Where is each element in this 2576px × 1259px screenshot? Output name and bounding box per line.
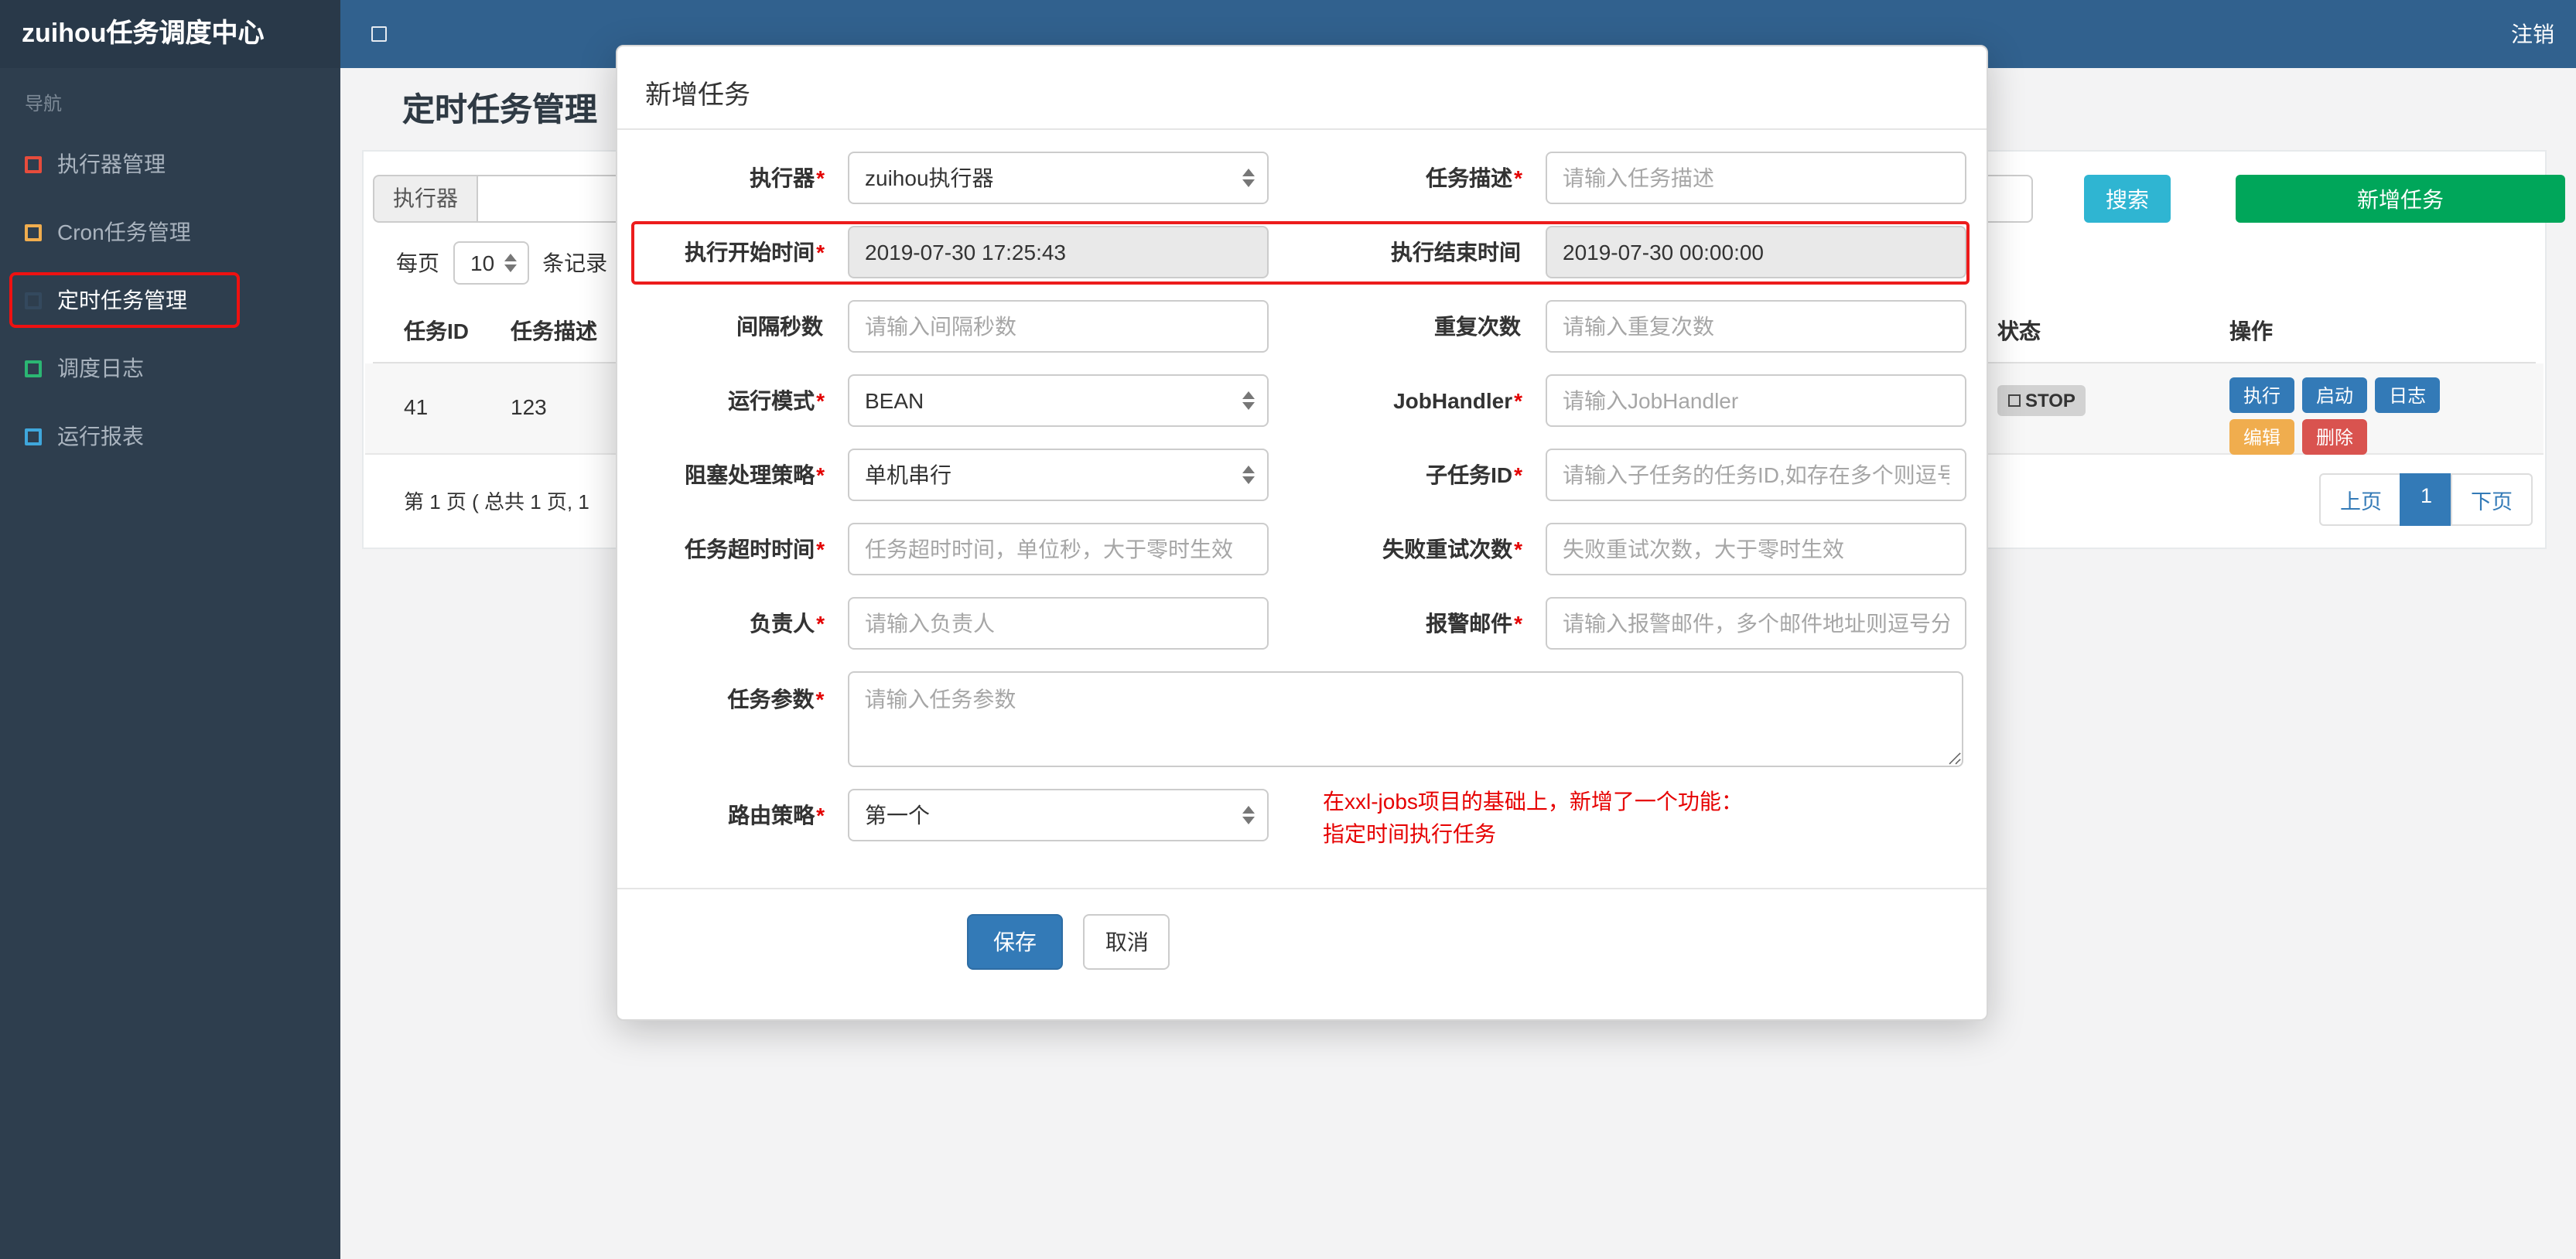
- perpage-suffix-label: 条记录: [542, 251, 608, 275]
- block-strategy-label: 阻塞处理策略 *: [685, 462, 825, 487]
- perpage-prefix-label: 每页: [396, 251, 439, 275]
- feature-note-line2: 指定时间执行任务: [1323, 821, 1496, 846]
- sidebar-item-label: 执行器管理: [57, 152, 166, 176]
- jobhandler-input[interactable]: [1546, 374, 1966, 427]
- column-header-task-desc: 任务描述: [511, 319, 597, 343]
- sidebar-item-executor-mgmt[interactable]: 执行器管理: [0, 130, 340, 198]
- perpage-select[interactable]: 10: [453, 241, 529, 285]
- stop-square-icon: [2008, 394, 2021, 407]
- sidebar-item-cron-mgmt[interactable]: Cron任务管理: [0, 198, 340, 266]
- logout-link[interactable]: 注销: [2511, 0, 2554, 68]
- task-param-label: 任务参数 *: [727, 687, 825, 711]
- add-task-modal: 新增任务 执行器* zuihou执行器 任务描述* 执行开始: [616, 45, 1988, 1021]
- column-header-operations: 操作: [2229, 319, 2273, 343]
- next-page-button[interactable]: 下页: [2451, 473, 2533, 526]
- child-job-label: 子任务ID *: [1426, 462, 1522, 487]
- perpage-value: 10: [470, 251, 495, 275]
- sidebar-item-label: 定时任务管理: [57, 288, 187, 312]
- task-desc-label: 任务描述 *: [1426, 165, 1522, 190]
- interval-input[interactable]: [848, 300, 1269, 353]
- interval-label: 间隔秒数: [736, 314, 823, 339]
- jobhandler-label: JobHandler *: [1393, 388, 1522, 413]
- start-time-label: 执行开始时间 *: [685, 240, 825, 264]
- executor-label: 执行器 *: [750, 165, 825, 190]
- repeat-label: 重复次数: [1434, 314, 1521, 339]
- pagination: 上页 1 下页: [2319, 473, 2533, 526]
- column-header-task-id: 任务ID: [404, 319, 469, 343]
- save-button[interactable]: 保存: [967, 914, 1063, 970]
- cancel-button[interactable]: 取消: [1083, 914, 1170, 970]
- delete-button[interactable]: 删除: [2302, 419, 2368, 455]
- cell-task-desc: 123: [511, 394, 547, 419]
- timeout-label: 任务超时时间 *: [685, 537, 825, 561]
- dark-square-icon: [25, 292, 42, 309]
- start-button[interactable]: 启动: [2302, 377, 2368, 413]
- owner-input[interactable]: [848, 597, 1269, 650]
- search-button[interactable]: 搜索: [2084, 175, 2171, 223]
- feature-note: 在xxl-jobs项目的基础上，新增了一个功能： 指定时间执行任务: [1323, 786, 1743, 851]
- orange-square-icon: [25, 223, 42, 241]
- alarm-email-label: 报警邮件 *: [1426, 611, 1522, 636]
- column-header-status: 状态: [1997, 319, 2041, 343]
- red-square-icon: [25, 155, 42, 172]
- select-spinner-icon: [1242, 806, 1255, 824]
- edit-button[interactable]: 编辑: [2229, 419, 2295, 455]
- select-spinner-icon: [1242, 169, 1255, 187]
- log-button[interactable]: 日志: [2375, 377, 2441, 413]
- alarm-email-input[interactable]: [1546, 597, 1966, 650]
- modal-title: 新增任务: [617, 46, 1987, 130]
- task-param-textarea[interactable]: [847, 671, 1963, 767]
- retry-input[interactable]: [1546, 523, 1966, 575]
- block-strategy-select[interactable]: 单机串行: [848, 449, 1269, 501]
- app-root: zuihou任务调度中心 注销 导航 执行器管理 Cron任务管理 定时任务管理…: [0, 0, 2576, 1259]
- glue-type-label: 运行模式 *: [728, 388, 825, 413]
- status-badge-label: STOP: [2025, 390, 2075, 411]
- select-spinner-icon: [504, 254, 517, 272]
- row-operations: 执行 启动 日志 编辑 删除: [2229, 377, 2441, 461]
- executor-filter-label: 执行器: [373, 175, 477, 223]
- select-spinner-icon: [1242, 391, 1255, 410]
- glue-type-select[interactable]: BEAN: [848, 374, 1269, 427]
- executor-select[interactable]: zuihou执行器: [848, 152, 1269, 204]
- sidebar-item-run-report[interactable]: 运行报表: [0, 402, 340, 470]
- blue-square-icon: [25, 428, 42, 445]
- task-desc-input[interactable]: [1546, 152, 1966, 204]
- feature-note-line1: 在xxl-jobs项目的基础上，新增了一个功能：: [1323, 789, 1743, 814]
- child-job-input[interactable]: [1546, 449, 1966, 501]
- page-1-button[interactable]: 1: [2400, 473, 2452, 526]
- modal-body: 执行器* zuihou执行器 任务描述* 执行开始时间*: [617, 130, 1987, 846]
- prev-page-button[interactable]: 上页: [2319, 473, 2402, 526]
- time-range-row: 执行开始时间* 执行结束时间: [631, 221, 1970, 285]
- brand-label: zuihou任务调度中心: [22, 19, 265, 48]
- cell-task-id: 41: [404, 394, 429, 419]
- sidebar: 导航 执行器管理 Cron任务管理 定时任务管理 调度日志 运行报表: [0, 68, 340, 1259]
- sidebar-toggle-icon[interactable]: [371, 26, 387, 42]
- owner-label: 负责人 *: [750, 611, 825, 636]
- end-time-label: 执行结束时间: [1391, 240, 1521, 264]
- start-time-input[interactable]: [848, 226, 1269, 278]
- retry-label: 失败重试次数 *: [1382, 537, 1522, 561]
- sidebar-item-label: 调度日志: [57, 356, 144, 380]
- sidebar-section-label: 导航: [25, 93, 63, 114]
- sidebar-item-timed-task-mgmt[interactable]: 定时任务管理: [0, 266, 340, 334]
- route-strategy-select[interactable]: 第一个: [848, 789, 1269, 841]
- brand-title[interactable]: zuihou任务调度中心: [0, 0, 340, 68]
- sidebar-item-label: Cron任务管理: [57, 220, 191, 244]
- pagination-summary: 第 1 页 ( 总共 1 页, 1: [404, 490, 589, 513]
- sidebar-item-label: 运行报表: [57, 424, 144, 449]
- add-task-button[interactable]: 新增任务: [2236, 175, 2565, 223]
- timeout-input[interactable]: [848, 523, 1269, 575]
- modal-footer: 保存 取消: [617, 888, 1987, 970]
- run-button[interactable]: 执行: [2229, 377, 2295, 413]
- status-badge: STOP: [1997, 385, 2086, 416]
- repeat-input[interactable]: [1546, 300, 1966, 353]
- select-spinner-icon: [1242, 466, 1255, 484]
- perpage-row: 每页 10 条记录: [396, 241, 607, 285]
- green-square-icon: [25, 360, 42, 377]
- route-strategy-label: 路由策略 *: [728, 803, 825, 827]
- end-time-input[interactable]: [1546, 226, 1966, 278]
- page-title: 定时任务管理: [402, 93, 597, 128]
- sidebar-item-schedule-log[interactable]: 调度日志: [0, 334, 340, 402]
